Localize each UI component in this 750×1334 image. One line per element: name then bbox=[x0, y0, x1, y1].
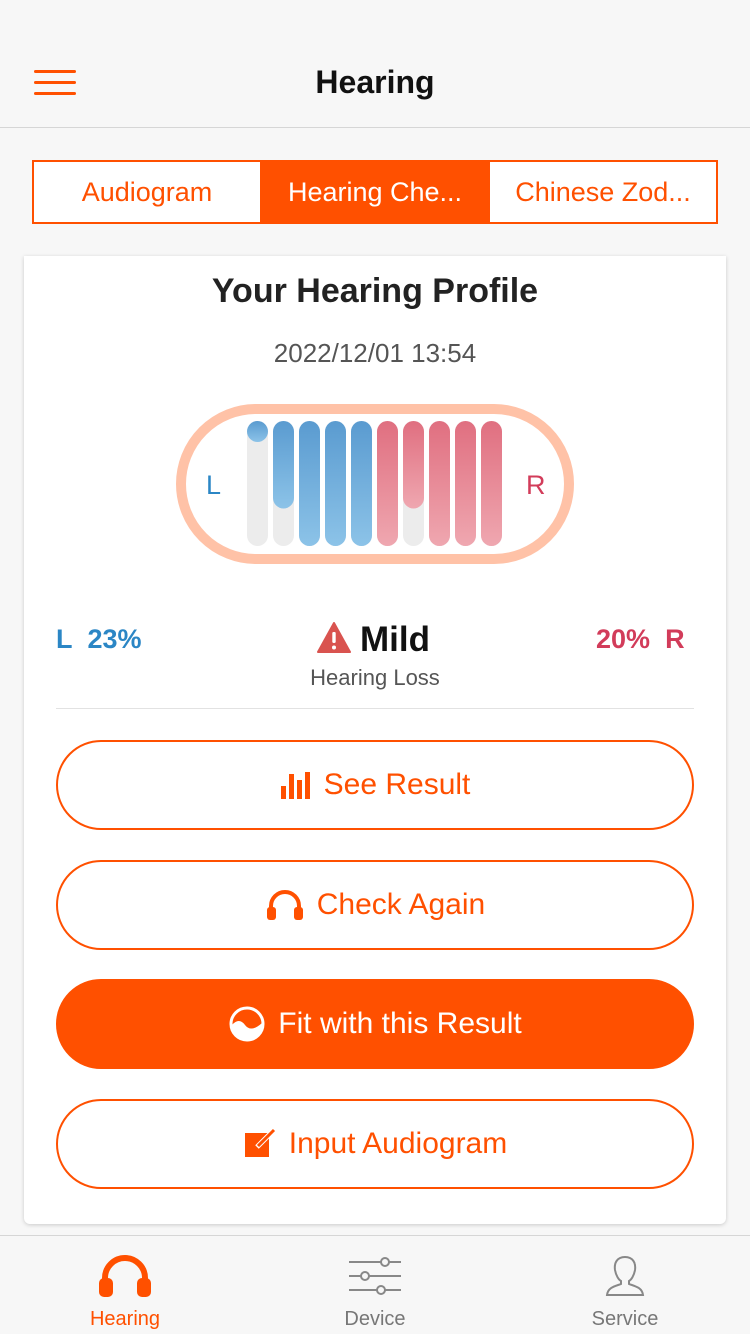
capsule-right-label: R bbox=[526, 470, 546, 500]
check-again-label: Check Again bbox=[316, 888, 486, 921]
left-ear-label: L bbox=[56, 624, 73, 654]
tab-chinese-zodiac[interactable]: Chinese Zod... bbox=[488, 162, 716, 222]
edit-icon bbox=[243, 1127, 277, 1161]
headphones-icon bbox=[97, 1254, 153, 1303]
person-icon bbox=[603, 1254, 647, 1303]
tabbar-item-hearing[interactable]: Hearing bbox=[0, 1236, 250, 1334]
tabbar-item-service[interactable]: Service bbox=[500, 1236, 750, 1334]
navigation-bar: Hearing bbox=[0, 0, 750, 128]
hearing-loss-caption: Hearing Loss bbox=[310, 665, 440, 690]
fit-with-result-label: Fit with this Result bbox=[278, 1007, 522, 1040]
input-audiogram-button[interactable]: Input Audiogram bbox=[56, 1099, 694, 1189]
fit-with-result-button[interactable]: Fit with this Result bbox=[56, 979, 694, 1069]
hearing-level-value: Mild bbox=[360, 620, 430, 659]
headphones-icon bbox=[265, 889, 305, 921]
wave-circle-icon bbox=[228, 1005, 266, 1043]
tabbar-item-device[interactable]: Device bbox=[250, 1236, 500, 1334]
tab-hearing-check[interactable]: Hearing Che... bbox=[260, 162, 488, 222]
left-ear-percent: L 23% bbox=[56, 624, 142, 655]
capsule-left-label: L bbox=[206, 470, 222, 500]
tab-audiogram[interactable]: Audiogram bbox=[34, 162, 260, 222]
right-ear-value: 20% bbox=[596, 624, 651, 654]
segmented-control: Audiogram Hearing Che... Chinese Zod... bbox=[32, 160, 718, 224]
bottom-tab-bar: Hearing Device Service bbox=[0, 1235, 750, 1334]
right-ear-percent: 20% R bbox=[596, 624, 685, 655]
tabbar-label-hearing: Hearing bbox=[89, 1308, 161, 1330]
check-again-button[interactable]: Check Again bbox=[56, 860, 694, 950]
warning-icon bbox=[316, 621, 352, 660]
see-result-button[interactable]: See Result bbox=[56, 740, 694, 830]
hearing-capsule bbox=[176, 404, 574, 564]
divider bbox=[56, 708, 694, 709]
right-ear-label: R bbox=[665, 624, 685, 654]
page-title: Hearing bbox=[315, 64, 435, 100]
left-ear-value: 23% bbox=[87, 624, 142, 654]
profile-date: 2022/12/01 13:54 bbox=[273, 338, 477, 368]
sliders-icon bbox=[347, 1254, 403, 1303]
input-audiogram-label: Input Audiogram bbox=[288, 1127, 508, 1160]
tabbar-label-device: Device bbox=[344, 1308, 406, 1330]
profile-title: Your Hearing Profile bbox=[211, 272, 539, 310]
hearing-level: Mild bbox=[316, 620, 430, 660]
tabbar-label-service: Service bbox=[591, 1308, 659, 1330]
bar-chart-icon bbox=[280, 770, 312, 800]
see-result-label: See Result bbox=[323, 768, 471, 801]
